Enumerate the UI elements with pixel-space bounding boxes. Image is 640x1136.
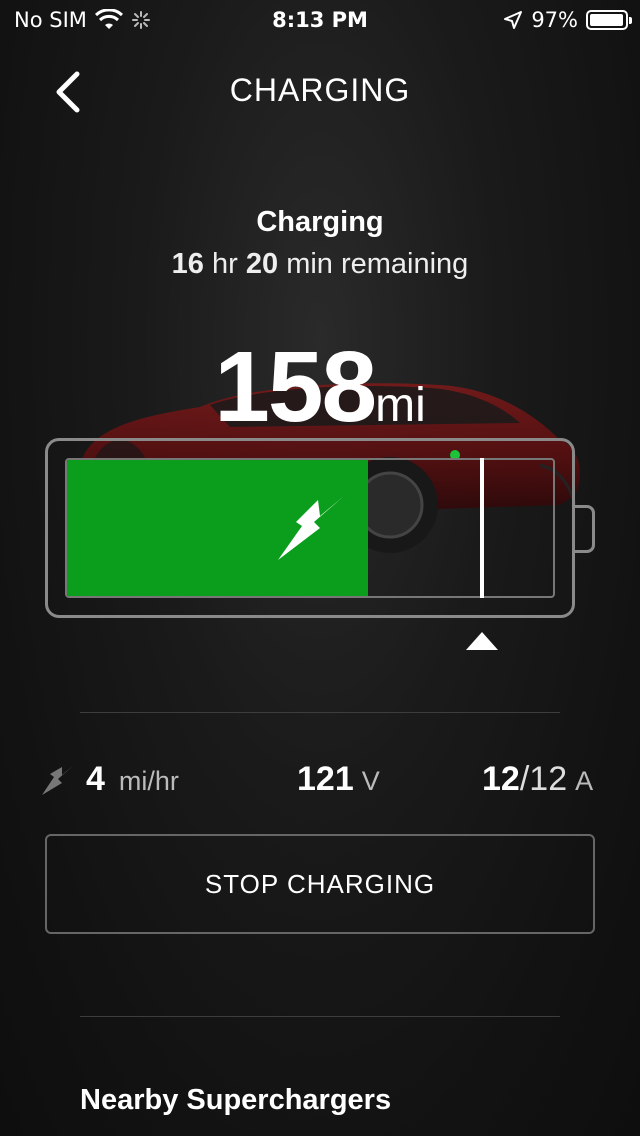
charging-status-title: Charging [256, 206, 384, 238]
hours-unit: hr [212, 248, 238, 280]
current-stat: 12 / 12 A [482, 760, 593, 799]
page-title: CHARGING [229, 72, 411, 108]
charge-limit-handle[interactable] [465, 632, 498, 650]
lightning-bolt-icon [278, 496, 344, 560]
current-actual: 12 [482, 760, 520, 798]
charge-rate-unit: mi/hr [118, 766, 179, 796]
voltage-stat: 121 V [297, 760, 380, 799]
battery-level [590, 14, 623, 26]
minutes-unit: min remaining [286, 248, 469, 280]
range-unit: mi [375, 379, 426, 432]
charge-limit-marker [479, 458, 484, 598]
range-display: 158mi [0, 330, 640, 445]
current-unit: A [575, 766, 594, 796]
time-remaining: 16 hr 20 min remaining [0, 248, 640, 281]
stop-charging-button[interactable]: STOP CHARGING [45, 834, 595, 934]
charging-rate-icon [42, 764, 74, 795]
divider [80, 1016, 560, 1017]
hours-value: 16 [171, 248, 204, 280]
battery-percent: 97% [531, 8, 578, 32]
range-value: 158 [214, 331, 377, 443]
battery-icon [586, 10, 632, 30]
current-max: 12 [529, 760, 568, 798]
nav-bar: CHARGING [0, 60, 640, 124]
current-separator: / [519, 760, 530, 798]
charge-rate-stat: 4 mi/hr [40, 760, 179, 799]
voltage-unit: V [361, 766, 380, 796]
divider [80, 712, 560, 713]
voltage-value: 121 [297, 760, 354, 798]
minutes-value: 20 [245, 248, 279, 280]
charge-rate-value: 4 [86, 760, 105, 798]
location-arrow-icon [504, 11, 523, 29]
status-bar: No SIM 8:13 PM 97% [0, 0, 640, 40]
charging-stats: 4 mi/hr 121 V 12 / 12 A [0, 760, 640, 804]
superchargers-heading: Nearby Superchargers [80, 1084, 392, 1116]
status-right: 97% [503, 8, 632, 32]
battery-terminal [575, 505, 595, 553]
